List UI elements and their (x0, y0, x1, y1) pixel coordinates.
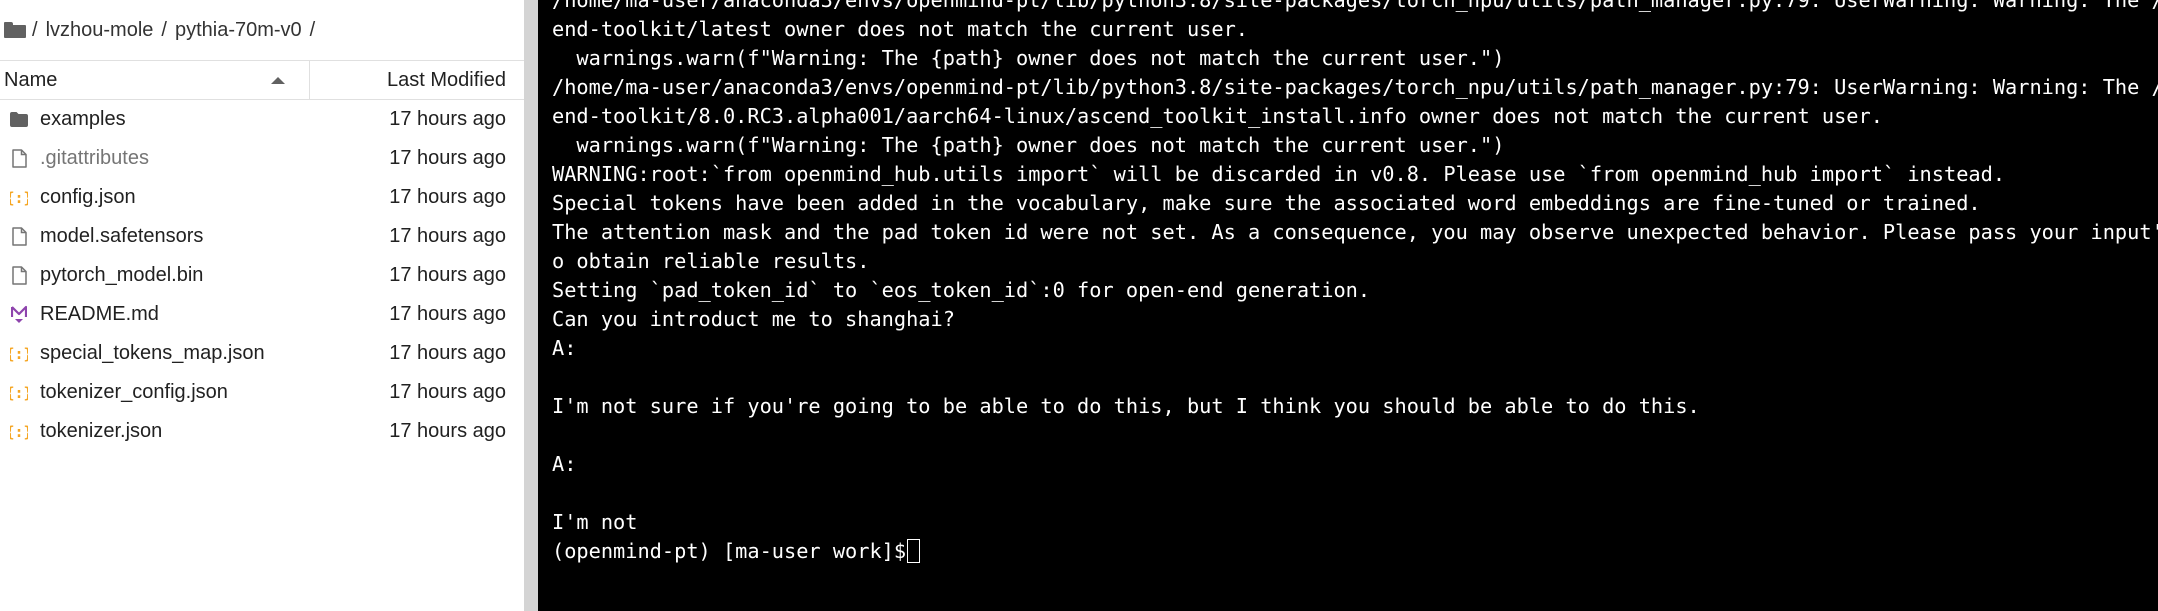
terminal-panel[interactable]: /home/ma-user/anaconda3/envs/openmind-pt… (538, 0, 2158, 611)
svg-text:{:}: {:} (10, 189, 28, 207)
file-last-modified: 17 hours ago (389, 225, 506, 247)
terminal-line: o obtain reliable results. (552, 249, 870, 273)
terminal-line: end-toolkit/8.0.RC3.alpha001/aarch64-lin… (552, 104, 1883, 128)
file-icon (10, 148, 28, 170)
file-name: .gitattributes (40, 147, 149, 169)
json-icon: {:} (10, 187, 28, 209)
file-row[interactable]: model.safetensors 17 hours ago (0, 217, 524, 256)
terminal-line: end-toolkit/latest owner does not match … (552, 17, 1248, 41)
markdown-icon (10, 304, 28, 326)
terminal-prompt: (openmind-pt) [ma-user work]$ (552, 539, 907, 563)
file-last-modified: 17 hours ago (389, 264, 506, 286)
breadcrumb-trailing-slash: / (309, 18, 316, 41)
file-browser-panel: / lvzhou-mole / pythia-70m-v0 / Name Las… (0, 0, 524, 611)
file-last-modified: 17 hours ago (389, 342, 506, 364)
terminal-line: I'm not sure if you're going to be able … (552, 394, 1700, 418)
terminal-line: I'm not (552, 510, 638, 534)
breadcrumb-separator: / (161, 18, 167, 41)
file-name: config.json (40, 186, 136, 208)
breadcrumb: / lvzhou-mole / pythia-70m-v0 / (0, 0, 524, 60)
file-last-modified: 17 hours ago (389, 186, 506, 208)
file-row[interactable]: {:} tokenizer.json 17 hours ago (0, 412, 524, 451)
json-icon: {:} (10, 343, 28, 365)
file-list: examples 17 hours ago .gitattributes 17 hou… (0, 100, 524, 451)
breadcrumb-segment-pythia[interactable]: pythia-70m-v0 (175, 19, 302, 42)
file-name: tokenizer_config.json (40, 381, 228, 403)
terminal-line: /home/ma-user/anaconda3/envs/openmind-pt… (552, 0, 2158, 12)
folder-icon[interactable] (4, 22, 26, 38)
json-icon: {:} (10, 382, 28, 404)
column-header-name-label: Name (4, 68, 58, 91)
svg-text:{:}: {:} (10, 423, 28, 441)
file-last-modified: 17 hours ago (389, 420, 506, 442)
workspace: / lvzhou-mole / pythia-70m-v0 / Name Las… (0, 0, 2158, 611)
terminal-line: Setting `pad_token_id` to `eos_token_id`… (552, 278, 1371, 302)
file-icon (10, 226, 28, 248)
file-icon (10, 265, 28, 287)
terminal-line: Can you introduct me to shanghai? (552, 307, 955, 331)
terminal-prompt-line: (openmind-pt) [ma-user work]$ (552, 537, 2158, 566)
breadcrumb-root[interactable]: / (32, 19, 38, 42)
folder-icon (10, 109, 28, 131)
svg-text:{:}: {:} (10, 384, 28, 402)
file-name: tokenizer.json (40, 420, 163, 442)
terminal-line: warnings.warn(f"Warning: The {path} owne… (552, 46, 1505, 70)
terminal-line: Special tokens have been added in the vo… (552, 191, 1981, 215)
file-row[interactable]: {:} special_tokens_map.json 17 hours ago (0, 334, 524, 373)
json-icon: {:} (10, 421, 28, 443)
file-row[interactable]: examples 17 hours ago (0, 100, 524, 139)
terminal-line: /home/ma-user/anaconda3/envs/openmind-pt… (552, 75, 2158, 99)
terminal-line: The attention mask and the pad token id … (552, 220, 2158, 244)
file-last-modified: 17 hours ago (389, 108, 506, 130)
breadcrumb-segment-lvzhou-mole[interactable]: lvzhou-mole (46, 19, 154, 42)
file-row[interactable]: pytorch_model.bin 17 hours ago (0, 256, 524, 295)
file-last-modified: 17 hours ago (389, 303, 506, 325)
file-last-modified: 17 hours ago (389, 381, 506, 403)
svg-text:{:}: {:} (10, 345, 28, 363)
panel-splitter[interactable] (524, 0, 538, 611)
file-row[interactable]: README.md 17 hours ago (0, 295, 524, 334)
file-last-modified: 17 hours ago (389, 147, 506, 169)
file-name: pytorch_model.bin (40, 264, 204, 286)
file-name: README.md (40, 303, 159, 325)
terminal-line: A: (552, 336, 577, 360)
terminal-cursor[interactable] (907, 539, 921, 563)
column-header-name[interactable]: Name (0, 61, 310, 99)
terminal-line: warnings.warn(f"Warning: The {path} owne… (552, 133, 1505, 157)
file-list-header: Name Last Modified (0, 60, 524, 100)
sort-ascending-icon (271, 76, 285, 84)
file-row[interactable]: {:} tokenizer_config.json 17 hours ago (0, 373, 524, 412)
file-name: special_tokens_map.json (40, 342, 265, 364)
terminal-line: A: (552, 452, 577, 476)
file-name: examples (40, 108, 126, 130)
file-name: model.safetensors (40, 225, 204, 247)
terminal-line: WARNING:root:`from openmind_hub.utils im… (552, 162, 2006, 186)
terminal-output: /home/ma-user/anaconda3/envs/openmind-pt… (552, 0, 2158, 566)
column-header-last-modified[interactable]: Last Modified (310, 69, 524, 92)
file-row[interactable]: {:} config.json 17 hours ago (0, 178, 524, 217)
file-row[interactable]: .gitattributes 17 hours ago (0, 139, 524, 178)
